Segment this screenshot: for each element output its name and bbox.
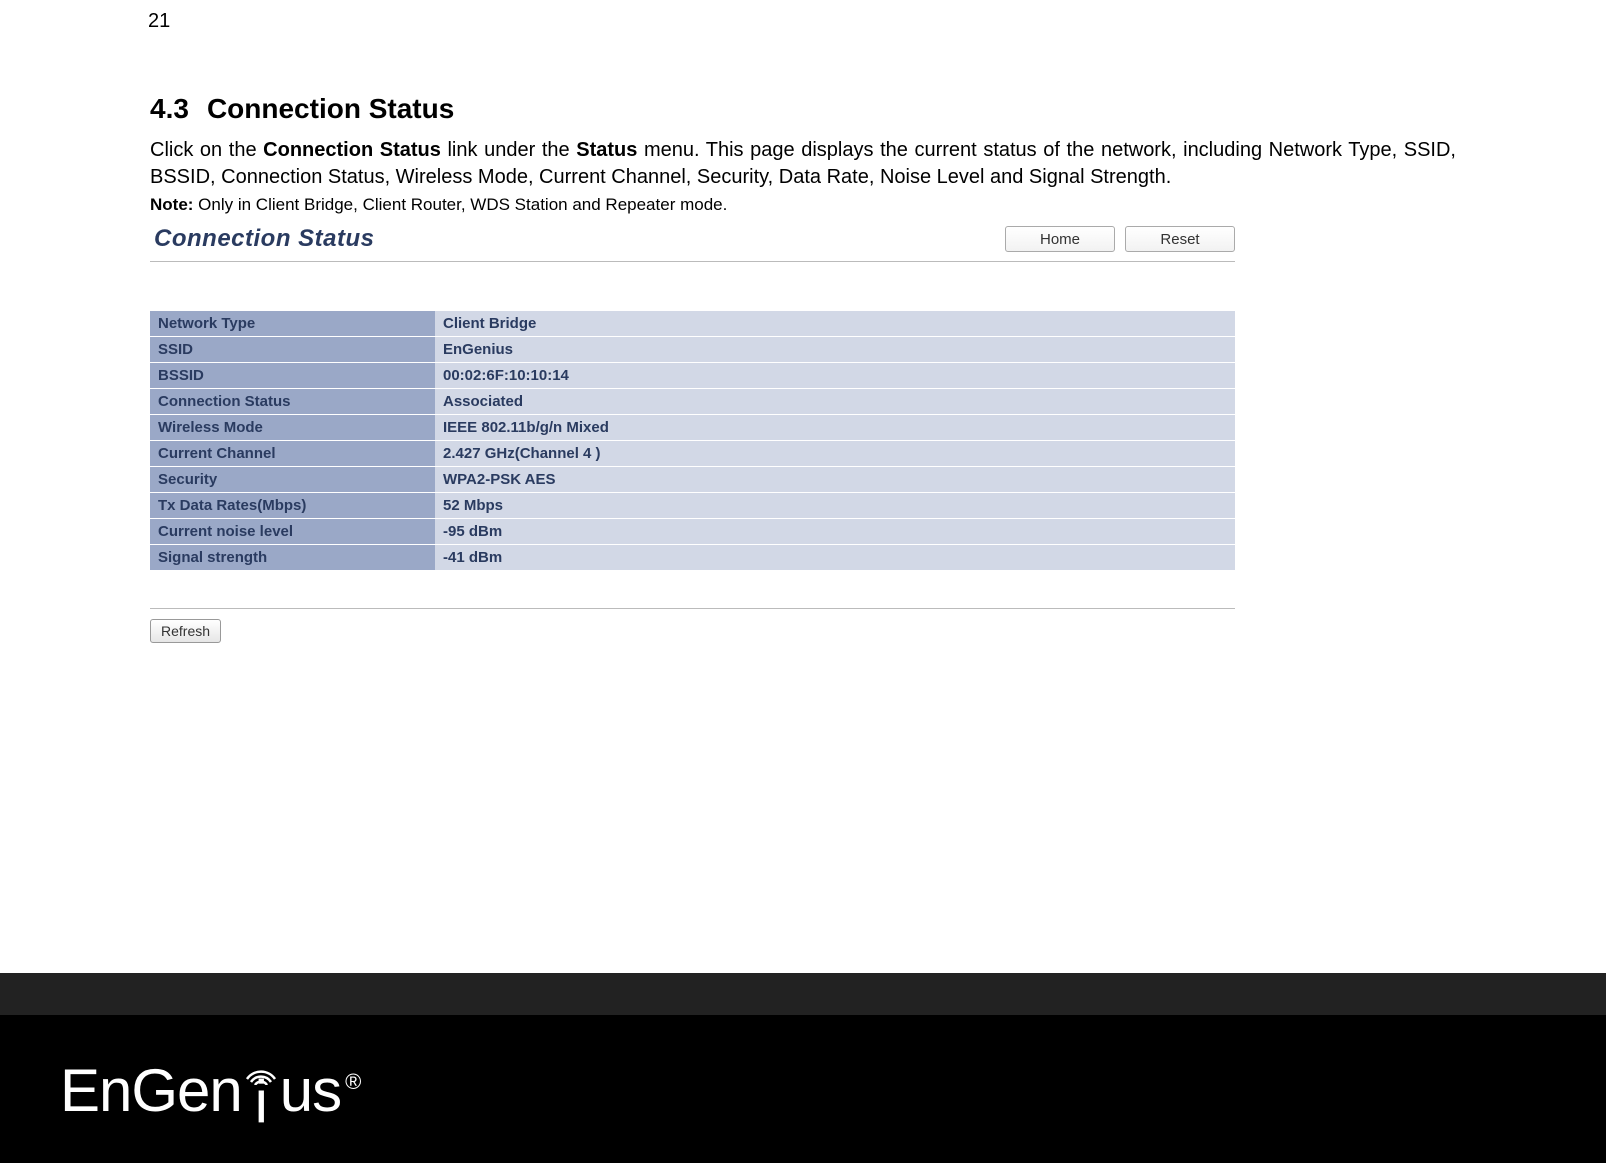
table-row: SSID EnGenius [150, 337, 1235, 363]
wifi-icon: i [243, 1059, 279, 1123]
label-tx-data-rates: Tx Data Rates(Mbps) [150, 493, 435, 519]
value-connection-status: Associated [435, 389, 1235, 415]
value-bssid: 00:02:6F:10:10:14 [435, 363, 1235, 389]
label-current-channel: Current Channel [150, 441, 435, 467]
table-row: Current Channel 2.427 GHz(Channel 4 ) [150, 441, 1235, 467]
value-current-channel: 2.427 GHz(Channel 4 ) [435, 441, 1235, 467]
label-signal-strength: Signal strength [150, 545, 435, 571]
label-network-type: Network Type [150, 311, 435, 337]
engenius-logo: EnGen i us ® [60, 1057, 361, 1121]
value-noise-level: -95 dBm [435, 519, 1235, 545]
note-line: Note: Only in Client Bridge, Client Rout… [150, 195, 1456, 215]
label-security: Security [150, 467, 435, 493]
table-row: Security WPA2-PSK AES [150, 467, 1235, 493]
value-signal-strength: -41 dBm [435, 545, 1235, 571]
section-title: Connection Status [207, 93, 454, 124]
connection-status-panel: Connection Status Home Reset Network Typ… [150, 221, 1235, 643]
section-heading: 4.3 Connection Status [150, 93, 1456, 125]
table-row: Network Type Client Bridge [150, 311, 1235, 337]
registered-icon: ® [345, 1069, 361, 1095]
divider [150, 608, 1235, 609]
table-row: Tx Data Rates(Mbps) 52 Mbps [150, 493, 1235, 519]
table-row: Wireless Mode IEEE 802.11b/g/n Mixed [150, 415, 1235, 441]
logo-text-part2: us [280, 1061, 341, 1121]
label-wireless-mode: Wireless Mode [150, 415, 435, 441]
panel-top-buttons: Home Reset [1005, 226, 1235, 252]
footer-strip [0, 973, 1606, 1015]
home-button[interactable]: Home [1005, 226, 1115, 252]
reset-button[interactable]: Reset [1125, 226, 1235, 252]
section-number: 4.3 [150, 93, 189, 125]
label-noise-level: Current noise level [150, 519, 435, 545]
value-ssid: EnGenius [435, 337, 1235, 363]
status-table: Network Type Client Bridge SSID EnGenius… [150, 310, 1235, 570]
table-row: Current noise level -95 dBm [150, 519, 1235, 545]
footer-main: EnGen i us ® [0, 1015, 1606, 1163]
value-network-type: Client Bridge [435, 311, 1235, 337]
page-number: 21 [148, 10, 1456, 33]
table-row: Signal strength -41 dBm [150, 545, 1235, 571]
table-row: BSSID 00:02:6F:10:10:14 [150, 363, 1235, 389]
label-bssid: BSSID [150, 363, 435, 389]
panel-header: Connection Status Home Reset [150, 221, 1235, 262]
value-wireless-mode: IEEE 802.11b/g/n Mixed [435, 415, 1235, 441]
logo-text-part1: EnGen [60, 1061, 242, 1121]
logo-i: i [255, 1081, 267, 1123]
value-security: WPA2-PSK AES [435, 467, 1235, 493]
refresh-button[interactable]: Refresh [150, 619, 221, 643]
intro-paragraph: Click on the Connection Status link unde… [150, 137, 1456, 191]
table-row: Connection Status Associated [150, 389, 1235, 415]
label-ssid: SSID [150, 337, 435, 363]
panel-title: Connection Status [150, 225, 375, 253]
label-connection-status: Connection Status [150, 389, 435, 415]
value-tx-data-rates: 52 Mbps [435, 493, 1235, 519]
footer: EnGen i us ® [0, 973, 1606, 1163]
